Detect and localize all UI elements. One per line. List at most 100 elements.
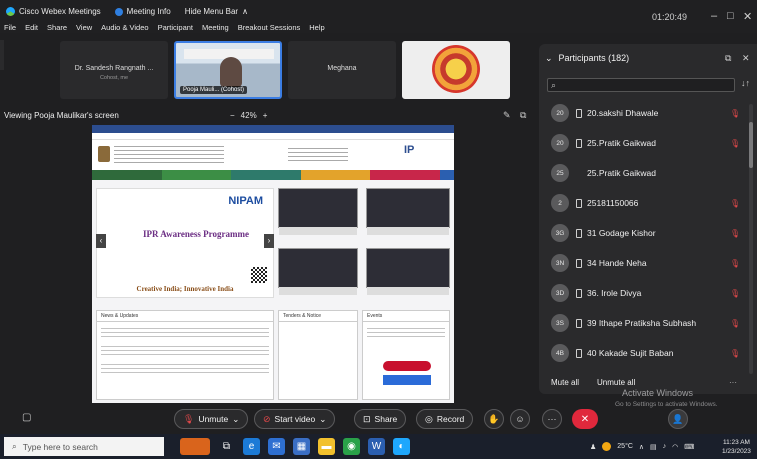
participant-name: 20.sakshi Dhawale [587,108,659,118]
more-button[interactable]: ··· [542,409,562,429]
edge-icon[interactable]: e [243,438,260,455]
taskbar-clock[interactable]: 11:23 AM 1/23/2023 [722,438,751,456]
record-label: Record [436,414,465,424]
video-tile[interactable]: Dr. Sandesh Rangnath ... Cohost, me [60,41,168,99]
participant-row[interactable]: 3N 34 Hande Neha 🎙 [539,252,747,274]
unmute-button[interactable]: 🎙 Unmute ⌄ [174,409,249,429]
share-icon: ⊡ [363,413,371,424]
muted-mic-icon[interactable]: 🎙 [730,139,740,148]
muted-mic-icon[interactable]: 🎙 [730,349,740,358]
app-brand: Cisco Webex Meetings [6,7,101,16]
word-icon[interactable]: W [368,438,385,455]
close-icon[interactable]: ✕ [743,10,752,23]
muted-mic-icon[interactable]: 🎙 [730,289,740,298]
site-tile-caption [279,287,357,295]
zoom-in-button[interactable]: + [263,111,268,120]
minimize-icon[interactable]: – [711,10,717,22]
reactions-button[interactable]: ☺ [510,409,530,429]
raise-hand-button[interactable]: ✋ [484,409,504,429]
avatar: 2 [551,194,569,212]
menu-audio-video[interactable]: Audio & Video [101,23,148,32]
participant-row[interactable]: 3D 36. Irole Divya 🎙 [539,282,747,304]
participant-row[interactable]: 20 25.Pratik Gaikwad 🎙 [539,132,747,154]
more-options-icon[interactable]: ··· [729,378,737,387]
scrollbar-thumb[interactable] [749,122,753,168]
panel-close-icon[interactable]: ✕ [742,53,750,64]
chevron-down-icon[interactable]: ⌄ [232,414,239,425]
participant-row[interactable]: 25 25.Pratik Gaikwad [539,162,747,184]
chevron-down-icon[interactable]: ⌄ [319,414,326,425]
mail-icon[interactable]: ✉ [268,438,285,455]
participant-row[interactable]: 3G 31 Godage Kishor 🎙 [539,222,747,244]
system-tray: ♟ 25°C ∧ ▤ ♪ ◠ ⌨ [590,442,694,451]
mic-muted-icon: 🎙 [183,413,195,424]
unmute-all-button[interactable]: Unmute all [597,378,635,387]
annotate-icon[interactable]: ✎ [503,110,511,121]
maximize-icon[interactable]: □ [727,10,734,22]
start-video-button[interactable]: ⊘ Start video ⌄ [254,409,336,429]
hide-menu-button[interactable]: Hide Menu Bar ∧ [185,7,248,16]
webex-taskbar-icon[interactable]: ◐ [393,438,410,455]
menu-breakout[interactable]: Breakout Sessions [238,23,301,32]
muted-mic-icon[interactable]: 🎙 [730,319,740,328]
video-tile[interactable] [402,41,510,99]
participant-row[interactable]: 2 25181150066 🎙 [539,192,747,214]
menu-share[interactable]: Share [47,23,67,32]
chat-icon[interactable]: ▢ [22,412,31,423]
menu-participant[interactable]: Participant [158,23,193,32]
menu-meeting[interactable]: Meeting [202,23,229,32]
participant-row[interactable]: 3S 39 Ithape Pratiksha Subhash 🎙 [539,312,747,334]
menu-file[interactable]: File [4,23,16,32]
participant-video [220,57,242,87]
participant-name: 25.Pratik Gaikwad [587,168,656,178]
participants-toggle[interactable]: 👤 [668,409,688,429]
leave-meeting-button[interactable]: ✕ [572,409,598,429]
zoom-out-button[interactable]: − [230,111,235,120]
keyboard-icon[interactable]: ⌨ [684,443,694,451]
avatar: 3G [551,224,569,242]
weather-temp[interactable]: 25°C [617,443,633,450]
participant-row[interactable]: 20 20.sakshi Dhawale 🎙 [539,102,747,124]
folder-icon[interactable]: ▬ [318,438,335,455]
wifi-icon[interactable]: ◠ [672,443,678,451]
person-icon[interactable]: ♟ [590,443,596,451]
muted-mic-icon[interactable]: 🎙 [730,229,740,238]
participant-row[interactable]: 4B 40 Kakade Sujit Baban 🎙 [539,342,747,364]
store-icon[interactable]: ▦ [293,438,310,455]
muted-mic-icon[interactable]: 🎙 [730,259,740,268]
nav-item [300,170,371,180]
participant-search-input[interactable]: ⌕ [547,78,735,92]
muted-mic-icon[interactable]: 🎙 [730,109,740,118]
news-item [101,364,269,376]
menu-edit[interactable]: Edit [25,23,38,32]
phone-icon [576,348,582,358]
meeting-info-button[interactable]: Meeting Info [114,7,171,16]
site-topbar [92,125,454,133]
taskbar-search[interactable]: ⌕ Type here to search [4,437,164,456]
menu-view[interactable]: View [76,23,92,32]
chevron-down-icon[interactable]: ⌄ [545,53,553,64]
network-icon[interactable]: ▤ [650,443,657,451]
sort-icon[interactable]: ↓↑ [741,78,750,88]
tray-chevron-icon[interactable]: ∧ [639,443,644,451]
muted-mic-icon[interactable]: 🎙 [730,199,740,208]
zoom-level: 42% [240,111,257,120]
carousel-prev-icon: ‹ [96,234,106,248]
record-button[interactable]: ◎ Record [416,409,474,429]
video-tile[interactable]: Meghana [288,41,396,99]
banner-title: IPR Awareness Programme [143,229,249,239]
share-button[interactable]: ⊡ Share [354,409,407,429]
news-widget-icon[interactable] [180,438,210,455]
nav-item [370,170,441,180]
share-header: Viewing Pooja Maulikar's screen − 42% + … [0,109,535,123]
task-view-icon[interactable]: ⧉ [218,438,235,455]
mute-all-button[interactable]: Mute all [551,378,579,387]
volume-icon[interactable]: ♪ [663,443,667,450]
fullscreen-icon[interactable]: ⧉ [520,110,526,121]
chrome-icon[interactable]: ◉ [343,438,360,455]
phone-icon [576,318,582,328]
participants-header[interactable]: ⌄ Participants (182) [545,53,629,64]
menu-help[interactable]: Help [309,23,324,32]
popout-icon[interactable]: ⧉ [725,53,731,64]
video-tile-active[interactable]: Pooja Mauli... (Cohost) [174,41,282,99]
